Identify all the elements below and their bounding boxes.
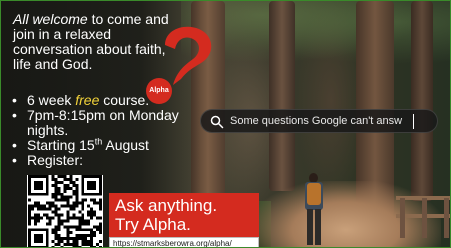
item2-text: 7pm-8:15pm on Monday nights. [27, 107, 179, 138]
tree-trunk [411, 1, 433, 201]
item3-post: August [102, 137, 149, 153]
hiker-figure [301, 173, 327, 247]
alpha-logo-badge: Alpha [146, 78, 172, 104]
list-item: Register: [11, 152, 211, 169]
text-caret [413, 114, 414, 129]
search-icon [210, 115, 224, 129]
registration-link[interactable]: https://stmarksberowra.org/alpha/ [113, 238, 257, 247]
item1-free: free [75, 92, 100, 108]
tree-trunk [269, 1, 295, 191]
poster-frame: All welcome to come and join in a relaxe… [0, 0, 451, 248]
intro-lead: All welcome [13, 11, 88, 27]
item3-pre: Starting 15 [27, 137, 95, 153]
details-list: 6 week free course. 7pm-8:15pm on Monday… [11, 92, 211, 169]
cta-line-1: Ask anything. [115, 196, 218, 215]
search-bar[interactable]: Some questions Google can't answ [200, 109, 438, 133]
list-item: 7pm-8:15pm on Monday nights. [11, 108, 211, 138]
list-item: Starting 15th August [11, 137, 211, 153]
wooden-fence [396, 186, 450, 246]
cta-line-2: Try Alpha. [115, 215, 191, 234]
item1-post: course. [99, 92, 150, 108]
search-input[interactable]: Some questions Google can't answ [230, 114, 410, 129]
registration-link-box[interactable]: https://stmarksberowra.org/alpha/ [109, 237, 259, 247]
item4-text: Register: [27, 152, 84, 168]
item1-pre: 6 week [27, 92, 76, 108]
qr-code [27, 175, 103, 247]
